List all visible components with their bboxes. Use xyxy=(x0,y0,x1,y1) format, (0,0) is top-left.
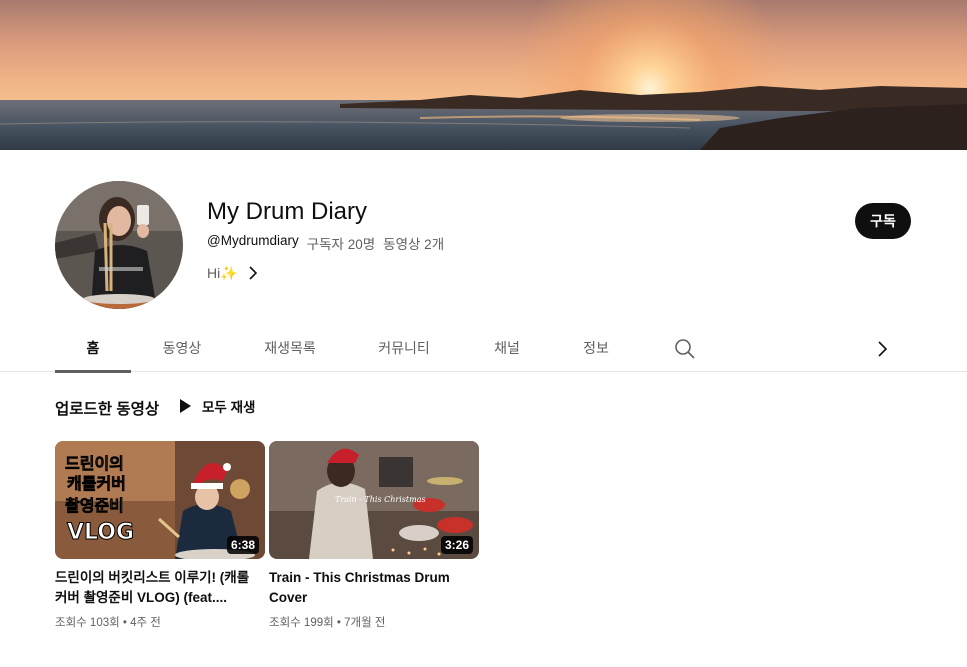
channel-tabs: 홈 동영상 재생목록 커뮤니티 채널 정보 xyxy=(0,324,967,373)
video-meta: 조회수 199회 • 7개월 전 xyxy=(269,614,479,630)
play-all-label: 모두 재생 xyxy=(202,400,256,415)
video-age: 4주 전 xyxy=(130,617,161,629)
channel-description[interactable]: Hi✨ xyxy=(207,263,264,283)
tab-about[interactable]: 정보 xyxy=(568,324,624,372)
video-card[interactable]: Train - This Christmas 3:26 Train - This… xyxy=(269,441,479,630)
section-title: 업로드한 동영상 xyxy=(55,401,160,418)
channel-handle: @Mydrumdiary xyxy=(207,233,299,248)
tab-channels[interactable]: 채널 xyxy=(480,324,534,372)
play-all-button[interactable]: 모두 재생 xyxy=(178,396,255,416)
thumbnail-caption: Train - This Christmas xyxy=(335,495,426,504)
avatar-photo xyxy=(55,181,183,309)
video-views: 조회수 199회 xyxy=(269,617,334,629)
channel-name: My Drum Diary xyxy=(207,198,367,225)
tab-home[interactable]: 홈 xyxy=(55,324,131,373)
video-duration: 3:26 xyxy=(440,536,473,554)
thumbnail-caption-4: VLOG xyxy=(67,520,134,545)
banner-sunset-image xyxy=(0,0,967,150)
tab-videos[interactable]: 동영상 xyxy=(146,324,218,372)
video-duration: 6:38 xyxy=(226,536,259,554)
video-views: 조회수 103회 xyxy=(55,617,120,629)
video-title[interactable]: Train - This Christmas Drum Cover xyxy=(269,568,479,608)
channel-avatar[interactable] xyxy=(55,181,183,309)
channel-meta: @Mydrumdiary 구독자 20명 동영상 2개 xyxy=(207,233,444,253)
play-icon xyxy=(180,399,191,413)
tab-playlists[interactable]: 재생목록 xyxy=(250,324,330,372)
video-card[interactable]: 드린이의 캐롤커버 촬영준비 VLOG 6:38 드린이의 버킷리스트 이루기!… xyxy=(55,441,265,630)
video-meta: 조회수 103회 • 4주 전 xyxy=(55,614,265,630)
video-thumbnail[interactable]: 드린이의 캐롤커버 촬영준비 VLOG 6:38 xyxy=(55,441,265,559)
tab-community[interactable]: 커뮤니티 xyxy=(364,324,444,372)
channel-banner xyxy=(0,0,967,150)
thumbnail-caption-3: 촬영준비 xyxy=(65,496,124,515)
video-age: 7개월 전 xyxy=(344,617,386,629)
search-icon[interactable] xyxy=(674,338,696,360)
subscriber-count: 구독자 20명 xyxy=(306,237,376,252)
thumbnail-caption-1: 드린이의 xyxy=(65,454,124,473)
thumbnail-caption-2: 캐롤커버 xyxy=(67,474,126,493)
subscribe-button[interactable]: 구독 xyxy=(855,203,911,239)
chevron-right-icon[interactable] xyxy=(874,338,892,360)
video-thumbnail[interactable]: Train - This Christmas 3:26 xyxy=(269,441,479,559)
video-count: 동영상 2개 xyxy=(383,237,445,252)
channel-description-text: Hi✨ xyxy=(207,264,238,281)
chevron-right-icon[interactable] xyxy=(248,263,264,283)
video-title[interactable]: 드린이의 버킷리스트 이루기! (캐롤 커버 촬영준비 VLOG) (feat.… xyxy=(55,568,265,608)
